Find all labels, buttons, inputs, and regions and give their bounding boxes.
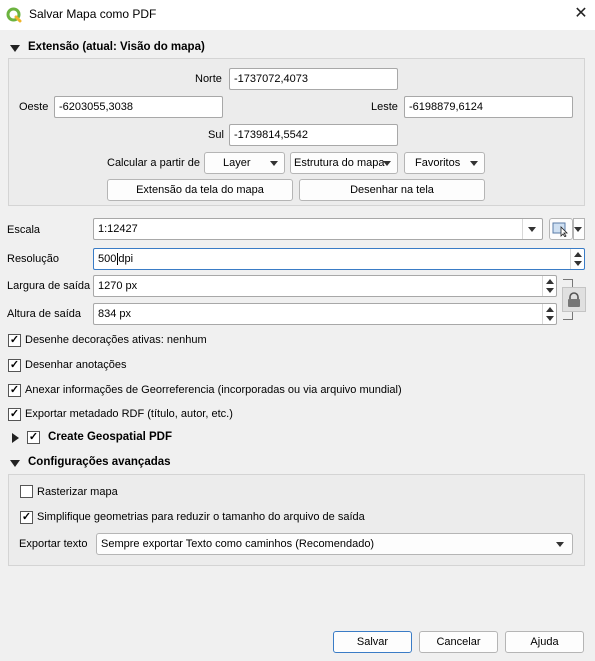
close-icon[interactable]: ✕ [571,4,591,24]
north-input[interactable]: -1737072,4073 [229,68,398,90]
output-height-spinbox[interactable]: 834 px [93,303,557,325]
simplify-geometries-label[interactable]: Simplifique geometrias para reduzir o ta… [37,511,365,523]
collapse-advanced-icon[interactable] [10,460,20,467]
lock-icon [568,292,580,307]
window-title: Salvar Mapa como PDF [29,7,157,21]
north-label: Norte [195,73,222,85]
extent-header[interactable]: Extensão (atual: Visão do mapa) [28,41,205,53]
export-rdf-checkbox[interactable]: ✓ [8,408,21,421]
collapse-extent-icon[interactable] [10,45,20,52]
chevron-up-icon [546,279,554,284]
chevron-down-icon [546,316,554,321]
advanced-header[interactable]: Configurações avançadas [28,456,171,468]
draw-decorations-checkbox[interactable]: ✓ [8,334,21,347]
geospatial-pdf-checkbox[interactable]: ✓ [27,431,40,444]
scale-label: Escala [7,224,41,236]
chevron-up-icon [574,252,582,257]
chevron-down-icon [574,261,582,266]
map-select-icon [552,222,568,238]
layer-dropdown-button[interactable]: Layer [204,152,285,174]
output-height-stepper[interactable] [542,304,556,324]
east-input[interactable]: -6198879,6124 [404,96,573,118]
ratio-bracket-bottom [563,312,573,320]
layout-button-label: Estrutura do mapa [294,157,385,169]
chevron-down-icon [270,161,278,166]
scale-input[interactable]: 1:12427 [93,218,543,240]
output-height-label: Altura de saída [7,308,81,320]
rasterize-label[interactable]: Rasterizar mapa [37,486,118,498]
export-text-label: Exportar texto [19,538,88,550]
resolution-unit: dpi [118,253,134,265]
resolution-stepper[interactable] [570,249,584,269]
west-input[interactable]: -6203055,3038 [54,96,223,118]
save-button[interactable]: Salvar [333,631,412,653]
simplify-geometries-checkbox[interactable]: ✓ [20,511,33,524]
export-rdf-label[interactable]: Exportar metadado RDF (título, autor, et… [25,408,233,420]
output-width-spinbox[interactable]: 1270 px [93,275,557,297]
chevron-up-icon [546,307,554,312]
chevron-down-icon [528,227,536,232]
chevron-down-icon [470,161,478,166]
bookmarks-button-label: Favoritos [415,157,461,169]
draw-decorations-label[interactable]: Desenhe decorações ativas: nenhum [25,334,207,346]
canvas-extent-button[interactable]: Extensão da tela do mapa [107,179,293,201]
west-label: Oeste [19,101,49,113]
export-text-value: Sempre exportar Texto como caminhos (Rec… [101,538,375,550]
calculate-from-label: Calcular a partir de [107,157,200,169]
export-text-select[interactable]: Sempre exportar Texto como caminhos (Rec… [96,533,573,555]
scale-menu-button[interactable] [573,218,585,240]
output-width-stepper[interactable] [542,276,556,296]
qgis-logo-icon [6,7,22,23]
ratio-bracket-top [563,279,573,287]
draw-annotations-label[interactable]: Desenhar anotações [25,359,127,371]
lock-ratio-button[interactable] [562,287,586,312]
east-label: Leste [371,101,398,113]
rasterize-checkbox[interactable] [20,485,33,498]
chevron-down-icon [574,227,582,232]
output-width-value: 1270 px [98,280,138,292]
set-scale-from-map-button[interactable] [549,218,573,240]
chevron-down-icon [383,161,391,166]
draw-on-canvas-button[interactable]: Desenhar na tela [299,179,485,201]
south-label: Sul [208,129,224,141]
output-width-label: Largura de saída [7,280,91,292]
layout-dropdown-button[interactable]: Estrutura do mapa [290,152,398,174]
scale-value: 1:12427 [98,223,138,235]
layer-button-label: Layer [223,157,251,169]
cancel-button[interactable]: Cancelar [419,631,498,653]
south-input[interactable]: -1739814,5542 [229,124,398,146]
help-button[interactable]: Ajuda [505,631,584,653]
draw-annotations-checkbox[interactable]: ✓ [8,359,21,372]
bookmarks-dropdown-button[interactable]: Favoritos [404,152,485,174]
resolution-label: Resolução [7,253,59,265]
resolution-spinbox[interactable]: 500 dpi [93,248,585,270]
chevron-down-icon [546,288,554,293]
chevron-down-icon [556,542,564,547]
append-georeference-checkbox[interactable]: ✓ [8,384,21,397]
resolution-value: 500 [98,253,117,265]
append-georeference-label[interactable]: Anexar informações de Georreferencia (in… [25,384,402,396]
output-height-value: 834 px [98,308,132,320]
expand-geospatial-icon[interactable] [12,433,19,443]
geospatial-pdf-label[interactable]: Create Geospatial PDF [48,431,172,443]
